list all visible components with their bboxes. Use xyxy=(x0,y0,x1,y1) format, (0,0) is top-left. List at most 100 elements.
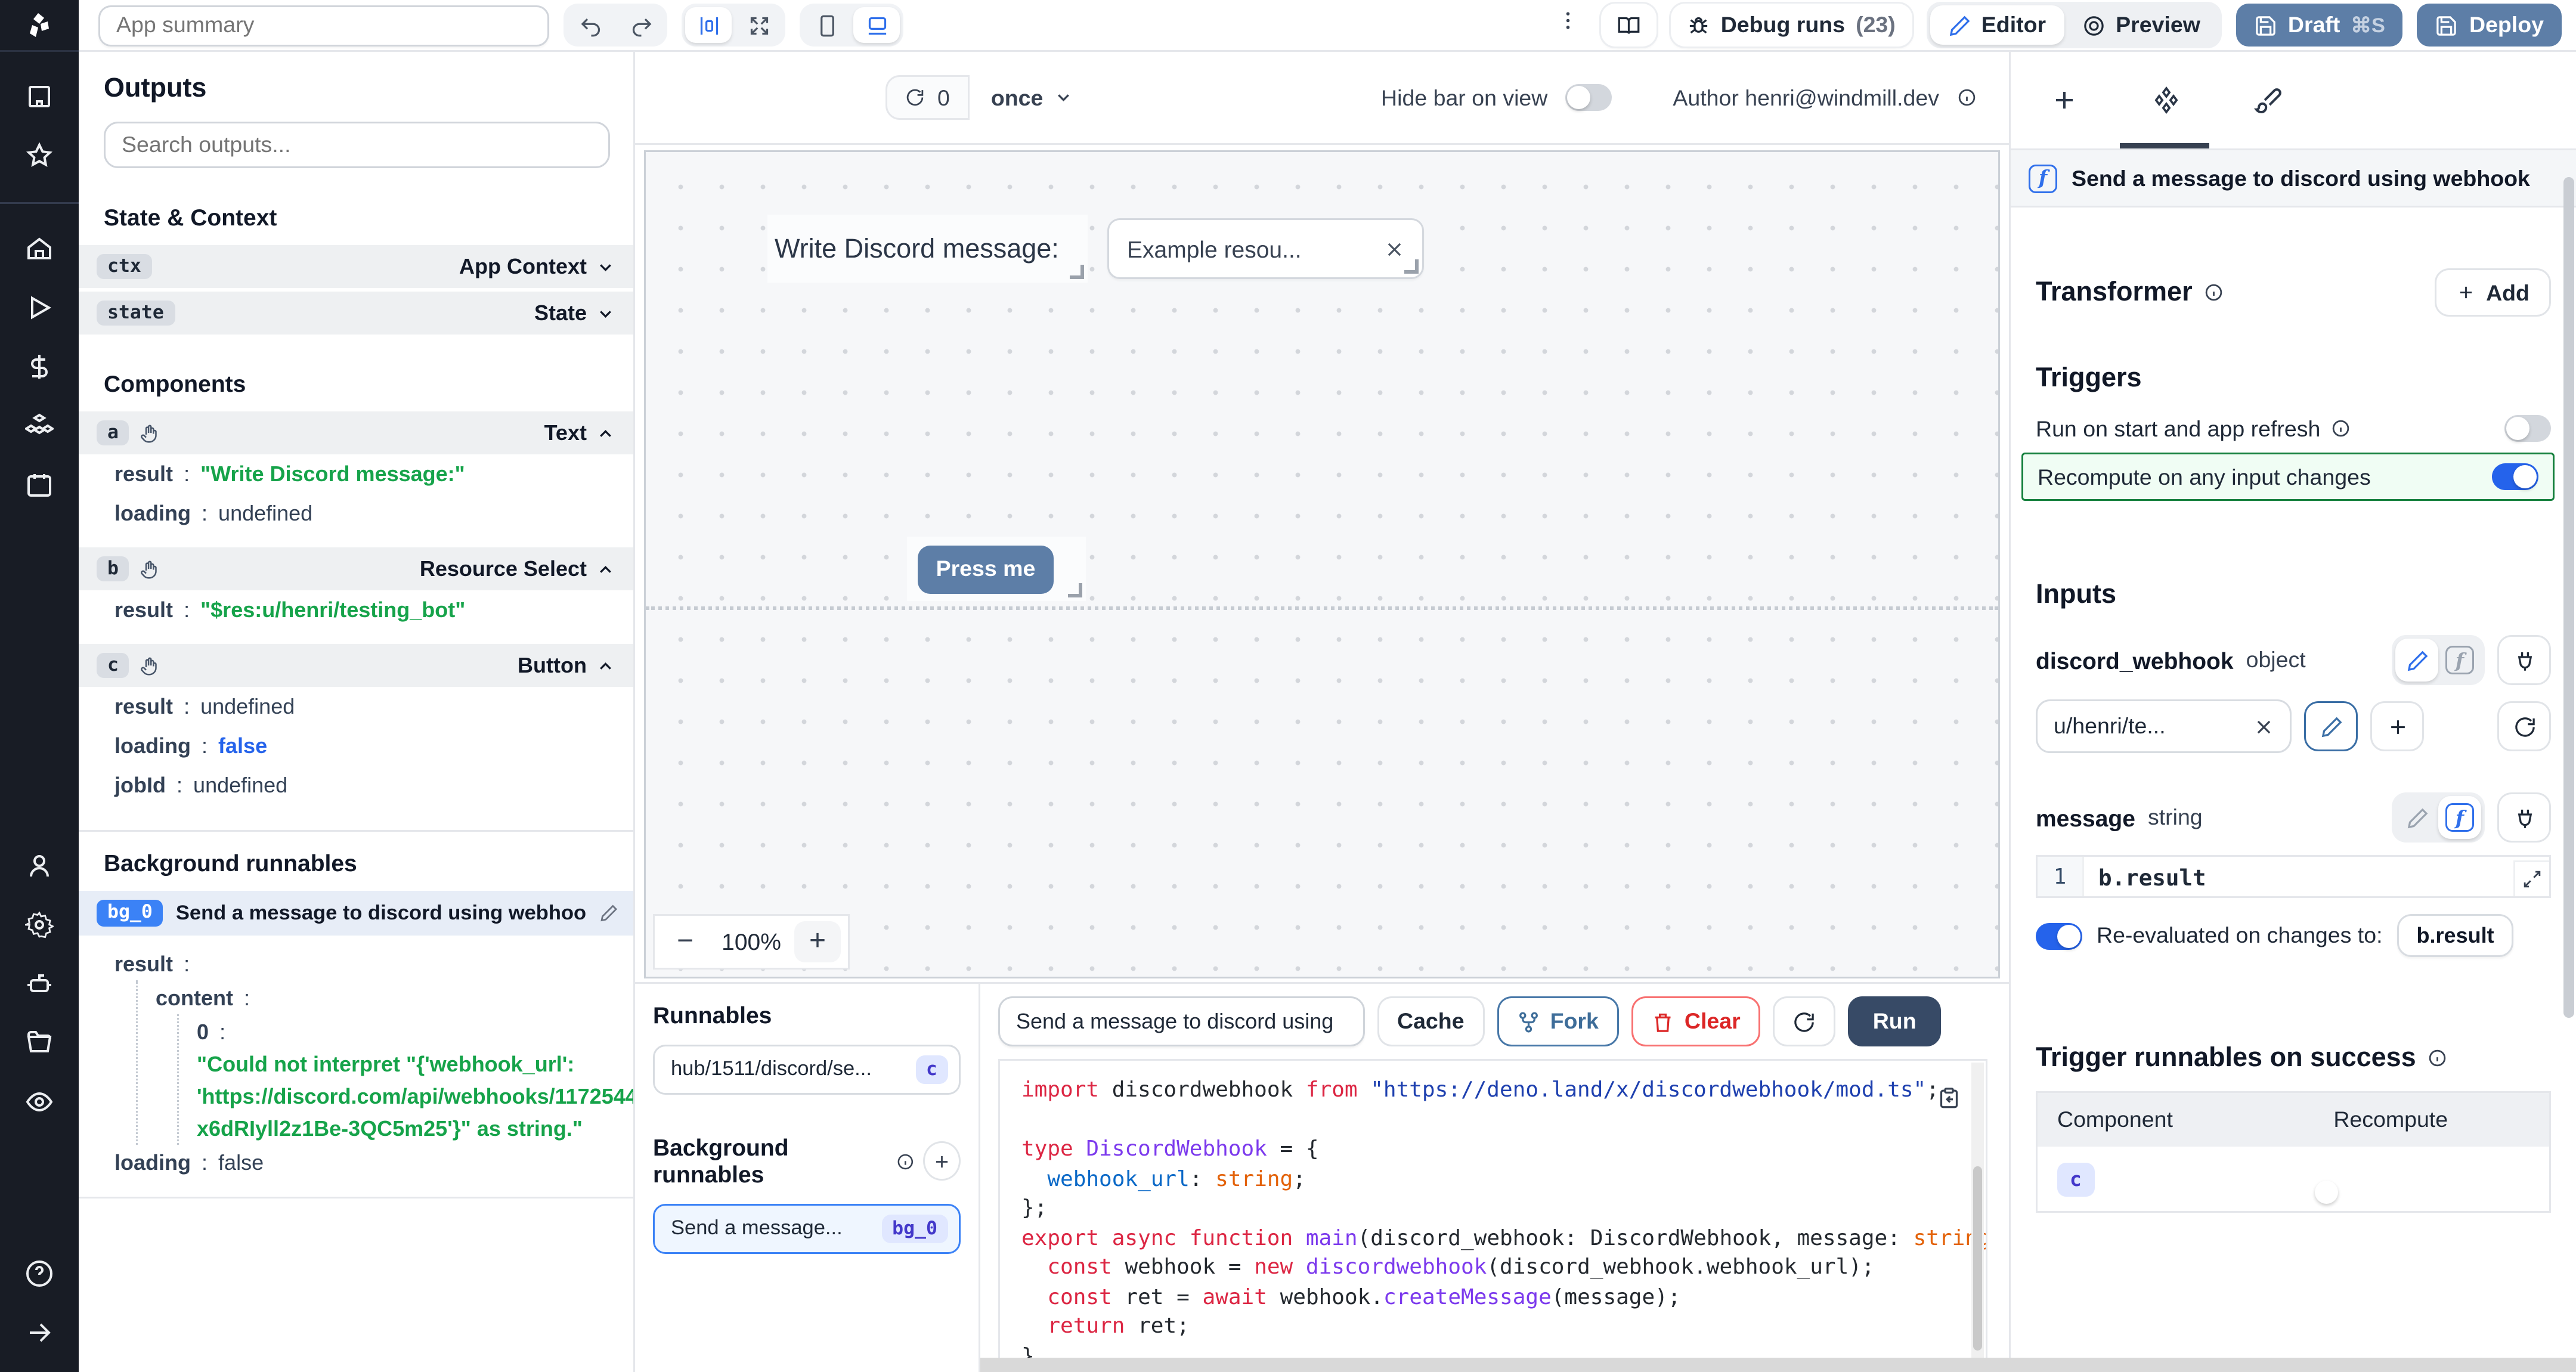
add-transformer-button[interactable]: Add xyxy=(2434,268,2551,317)
create-resource-button[interactable] xyxy=(2370,701,2424,751)
fork-button[interactable]: Fork xyxy=(1497,996,1618,1046)
redo-button[interactable] xyxy=(617,7,664,43)
settings-icon[interactable] xyxy=(25,910,54,939)
component-row-b[interactable]: b Resource Select xyxy=(79,547,633,590)
chevron-up-icon[interactable] xyxy=(596,656,615,676)
run-button[interactable]: Run xyxy=(1848,996,1942,1046)
help-icon[interactable] xyxy=(25,1259,54,1288)
output-row-state[interactable]: state State xyxy=(79,292,633,335)
draft-button[interactable]: Draft ⌘S xyxy=(2236,4,2403,47)
schedule-dropdown[interactable]: once xyxy=(991,85,1074,110)
copy-code-icon[interactable] xyxy=(1937,1086,1961,1109)
app-summary-input[interactable] xyxy=(98,5,549,46)
app-canvas[interactable]: Write Discord message: Example resou... … xyxy=(644,150,2000,978)
chevron-down-icon[interactable] xyxy=(596,303,615,323)
edit-resource-button[interactable] xyxy=(2304,701,2358,751)
variables-icon[interactable] xyxy=(25,352,54,381)
clear-resource-icon[interactable] xyxy=(2254,717,2274,736)
tab-styling[interactable] xyxy=(2254,86,2283,114)
info-icon[interactable] xyxy=(2427,1048,2447,1068)
preview-label: Preview xyxy=(2116,13,2200,38)
refresh-count-button[interactable]: 0 xyxy=(886,75,970,120)
debug-runs-button[interactable]: Debug runs (23) xyxy=(1671,4,1912,47)
resize-handle[interactable] xyxy=(1404,259,1419,274)
info-icon[interactable] xyxy=(2331,419,2351,438)
reevaluate-toggle[interactable] xyxy=(2036,922,2082,949)
tab-preview[interactable]: Preview xyxy=(2064,5,2218,45)
add-bg-runnable-button[interactable] xyxy=(924,1141,961,1181)
fullscreen-button[interactable] xyxy=(735,7,782,43)
clear-button[interactable]: Clear xyxy=(1631,996,1760,1046)
reevaluate-target-chip[interactable]: b.result xyxy=(2397,914,2514,957)
b-badge: b xyxy=(97,556,129,582)
edit-icon[interactable] xyxy=(600,903,619,923)
favorites-icon[interactable] xyxy=(25,141,54,170)
chevron-up-icon[interactable] xyxy=(596,423,615,443)
runnable-item[interactable]: hub/1511/discord/se... c xyxy=(653,1045,961,1095)
horizontal-scrollbar[interactable] xyxy=(980,1358,2576,1372)
workspace-icon[interactable] xyxy=(25,82,54,111)
mobile-view-button[interactable] xyxy=(803,7,850,43)
collapse-rail-icon[interactable] xyxy=(25,1318,54,1347)
runnable-name-input[interactable] xyxy=(998,996,1365,1046)
deploy-button[interactable]: Deploy xyxy=(2417,4,2562,47)
bg-runnables-title: Background runnables xyxy=(653,1134,888,1188)
folders-icon[interactable] xyxy=(25,1029,54,1057)
users-icon[interactable] xyxy=(25,851,54,880)
debug-runs-count: (23) xyxy=(1856,13,1896,38)
chevron-up-icon[interactable] xyxy=(596,559,615,579)
tab-editor[interactable]: Editor xyxy=(1930,5,2064,45)
audit-icon[interactable] xyxy=(25,1088,54,1116)
static-mode-button[interactable] xyxy=(2395,639,2438,682)
panel-scrollbar[interactable] xyxy=(2563,177,2574,1018)
code-scrollbar[interactable] xyxy=(1971,1063,1984,1368)
component-row-c[interactable]: c Button xyxy=(79,644,633,687)
component-row-a[interactable]: a Text xyxy=(79,411,633,454)
text-component[interactable]: Write Discord message: xyxy=(767,215,1088,283)
info-icon[interactable] xyxy=(1957,88,1977,107)
more-menu-button[interactable] xyxy=(1549,9,1587,41)
code-editor[interactable]: import discordwebhook from "https://deno… xyxy=(998,1059,1987,1372)
zoom-out-button[interactable]: − xyxy=(662,921,708,962)
resources-icon[interactable] xyxy=(25,411,54,440)
center-align-button[interactable] xyxy=(685,7,732,43)
static-mode-button[interactable] xyxy=(2395,796,2438,839)
cache-button[interactable]: Cache xyxy=(1377,996,1484,1046)
chevron-down-icon[interactable] xyxy=(596,257,615,277)
zoom-in-button[interactable]: + xyxy=(794,921,841,962)
home-icon[interactable] xyxy=(25,234,54,263)
tab-component-settings[interactable] xyxy=(2152,86,2181,114)
resource-value-box[interactable]: u/henri/te... xyxy=(2036,699,2292,753)
undo-button[interactable] xyxy=(567,7,614,43)
eval-mode-button[interactable]: f xyxy=(2438,639,2481,682)
info-icon[interactable] xyxy=(2203,283,2223,302)
search-outputs-input[interactable] xyxy=(104,122,610,168)
output-row-ctx[interactable]: ctx App Context xyxy=(79,245,633,288)
clear-selection-icon[interactable] xyxy=(1385,239,1404,259)
reload-button[interactable] xyxy=(1773,996,1835,1046)
desktop-view-button[interactable] xyxy=(853,7,900,43)
hide-bar-toggle[interactable] xyxy=(1565,84,1612,111)
message-expression-editor[interactable]: 1 b.result xyxy=(2036,855,2551,898)
press-me-button[interactable]: Press me xyxy=(918,545,1054,593)
run-on-start-toggle[interactable] xyxy=(2504,415,2551,442)
eval-mode-button[interactable]: f xyxy=(2438,796,2481,839)
device-group xyxy=(800,4,903,47)
schedules-icon[interactable] xyxy=(25,470,54,499)
connect-input-button[interactable] xyxy=(2497,635,2551,685)
workers-icon[interactable] xyxy=(25,970,54,998)
runs-icon[interactable] xyxy=(25,293,54,322)
expand-editor-icon[interactable] xyxy=(2513,860,2549,896)
resize-handle[interactable] xyxy=(1068,583,1082,597)
info-icon[interactable] xyxy=(897,1151,915,1171)
bg-runnable-row[interactable]: bg_0 Send a message to discord using web… xyxy=(79,891,633,936)
resource-select-component[interactable]: Example resou... xyxy=(1107,218,1424,279)
connect-input-button[interactable] xyxy=(2497,792,2551,843)
resize-handle[interactable] xyxy=(1070,265,1084,279)
recompute-toggle[interactable] xyxy=(2492,463,2538,490)
runnable-item-selected[interactable]: Send a message... bg_0 xyxy=(653,1204,961,1254)
docs-button[interactable] xyxy=(1601,4,1657,47)
tab-insert-component[interactable] xyxy=(2050,86,2079,114)
refresh-resource-button[interactable] xyxy=(2497,701,2551,751)
windmill-logo[interactable] xyxy=(0,0,79,52)
